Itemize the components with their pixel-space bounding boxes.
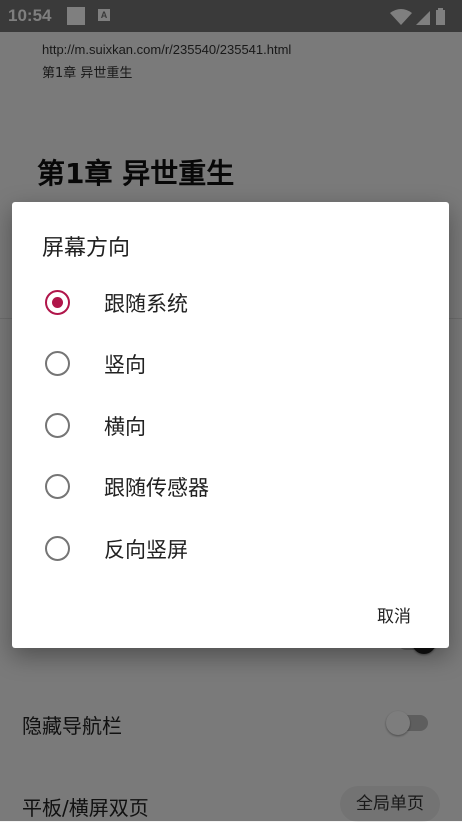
dialog-title: 屏幕方向 (42, 236, 131, 261)
option-label: 反向竖屏 (104, 538, 188, 562)
option-label: 跟随传感器 (104, 476, 209, 500)
option-follow-sensor[interactable]: 跟随传感器 (12, 457, 449, 515)
radio-icon[interactable] (45, 536, 70, 561)
cancel-button[interactable]: 取消 (377, 602, 411, 627)
radio-icon[interactable] (45, 413, 70, 438)
option-portrait[interactable]: 竖向 (12, 334, 449, 392)
option-label: 跟随系统 (104, 292, 188, 316)
option-label: 横向 (104, 415, 146, 439)
radio-icon[interactable] (45, 474, 70, 499)
radio-icon[interactable] (45, 351, 70, 376)
option-reverse-portrait[interactable]: 反向竖屏 (12, 519, 449, 577)
screen-orientation-dialog: 屏幕方向 跟随系统 竖向 横向 跟随传感器 反向竖屏 取消 (12, 202, 449, 648)
option-follow-system[interactable]: 跟随系统 (12, 273, 449, 331)
option-landscape[interactable]: 横向 (12, 396, 449, 454)
radio-icon[interactable] (45, 290, 70, 315)
option-label: 竖向 (104, 353, 146, 377)
